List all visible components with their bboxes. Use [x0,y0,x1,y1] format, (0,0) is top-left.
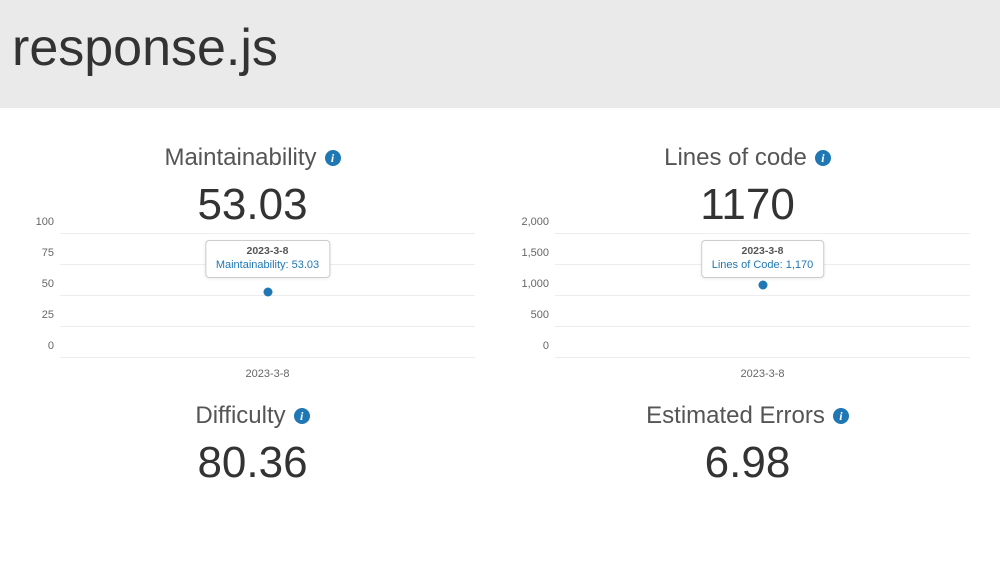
chart-loc: 05001,0001,5002,0002023-3-82023-3-8Lines… [515,234,980,384]
metric-difficulty: Difficulty i 80.36 [20,402,485,488]
chart-gridline [555,357,970,358]
info-icon[interactable]: i [833,408,849,424]
chart-gridline [60,233,475,234]
metric-value: 80.36 [20,438,485,488]
metric-label: Maintainability [164,144,316,172]
metric-label: Estimated Errors [646,402,825,430]
chart-gridline [555,326,970,327]
metric-title-maintainability: Maintainability i [164,144,340,172]
tooltip-value: Maintainability: 53.03 [216,259,319,271]
chart-y-tick: 1,000 [515,278,549,290]
metric-title-errors: Estimated Errors i [646,402,849,430]
chart-y-tick: 100 [20,216,54,228]
metric-value: 53.03 [20,180,485,230]
chart-gridline [555,295,970,296]
metric-errors: Estimated Errors i 6.98 [515,402,980,488]
chart-x-tick: 2023-3-8 [245,368,289,380]
chart-tooltip: 2023-3-8 Maintainability: 53.03 [205,240,330,278]
metric-title-loc: Lines of code i [664,144,831,172]
chart-y-tick: 2,000 [515,216,549,228]
metric-title-difficulty: Difficulty i [195,402,309,430]
chart-data-point[interactable] [758,281,767,290]
metric-loc: Lines of code i 1170 05001,0001,5002,000… [515,144,980,384]
chart-data-point[interactable] [263,288,272,297]
info-icon[interactable]: i [325,150,341,166]
chart-y-tick: 0 [20,340,54,352]
metric-maintainability: Maintainability i 53.03 02550751002023-3… [20,144,485,384]
metric-label: Difficulty [195,402,285,430]
chart-plot: 02550751002023-3-82023-3-8Maintainabilit… [60,234,475,359]
tooltip-value: Lines of Code: 1,170 [712,259,814,271]
chart-y-tick: 25 [20,309,54,321]
chart-tooltip: 2023-3-8 Lines of Code: 1,170 [701,240,825,278]
metric-label: Lines of code [664,144,807,172]
chart-y-tick: 0 [515,340,549,352]
tooltip-date: 2023-3-8 [216,245,319,257]
info-icon[interactable]: i [815,150,831,166]
metrics-grid: Maintainability i 53.03 02550751002023-3… [0,108,1000,488]
chart-gridline [60,326,475,327]
chart-y-tick: 50 [20,278,54,290]
chart-y-tick: 500 [515,309,549,321]
info-icon[interactable]: i [294,408,310,424]
chart-y-tick: 75 [20,247,54,259]
tooltip-date: 2023-3-8 [712,245,814,257]
page-title: response.js [12,18,988,78]
chart-plot: 05001,0001,5002,0002023-3-82023-3-8Lines… [555,234,970,359]
page-header: response.js [0,0,1000,108]
chart-gridline [60,357,475,358]
metric-value: 6.98 [515,438,980,488]
chart-maintainability: 02550751002023-3-82023-3-8Maintainabilit… [20,234,485,384]
metric-value: 1170 [515,180,980,230]
chart-x-tick: 2023-3-8 [740,368,784,380]
chart-y-tick: 1,500 [515,247,549,259]
chart-gridline [555,233,970,234]
